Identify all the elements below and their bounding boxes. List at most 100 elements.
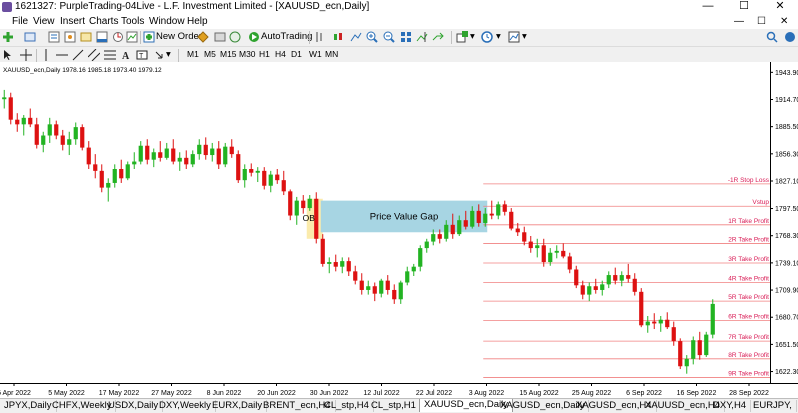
time-tick-label: 5 Apr 2022 — [0, 390, 31, 397]
horizontal-line-icon[interactable] — [56, 49, 68, 61]
tab-dxy-weekly[interactable]: DXY,Weekly — [155, 400, 216, 412]
market-icon[interactable] — [229, 31, 241, 43]
menu-charts[interactable]: Charts — [89, 16, 118, 27]
arrows-dropdown-icon[interactable]: ▾ — [166, 49, 171, 60]
data-window-icon[interactable] — [64, 31, 76, 43]
strategy-tester-icon[interactable] — [112, 31, 124, 43]
time-tick-label: 5 May 2022 — [48, 390, 85, 397]
candle-body — [216, 148, 221, 165]
candle-body — [593, 286, 598, 290]
candle-body — [392, 289, 397, 300]
menu-window[interactable]: Window — [149, 16, 185, 27]
price-value-gap-label: Price Value Gap — [370, 211, 438, 222]
timeframe-m5[interactable]: M5 — [204, 49, 216, 59]
candle-body — [509, 211, 514, 229]
vertical-line-icon[interactable] — [40, 49, 52, 61]
candle-body — [210, 148, 215, 156]
menu-file[interactable]: File — [12, 16, 28, 27]
candle-body — [535, 245, 540, 249]
chart-window-icon[interactable] — [126, 31, 138, 43]
text-label-icon[interactable]: T — [136, 49, 148, 61]
crosshair-icon[interactable] — [20, 49, 32, 61]
autotrading-button[interactable]: AutoTrading — [261, 31, 312, 42]
arrows-icon[interactable] — [153, 49, 165, 61]
candle-body — [678, 341, 683, 367]
periods-icon[interactable] — [481, 31, 493, 43]
candle-body — [528, 241, 533, 249]
menu-help[interactable]: Help — [187, 16, 208, 27]
text-tool-icon[interactable]: A — [120, 49, 132, 61]
candlesticks-icon[interactable] — [332, 31, 344, 43]
order-block-label: OB — [303, 213, 316, 223]
symbol-info: XAUUSD_ecn,Daily 1978.16 1985.18 1973.40… — [3, 67, 162, 74]
indicators-icon[interactable] — [456, 31, 468, 43]
candle-body — [132, 161, 137, 165]
templates-icon[interactable] — [508, 31, 520, 43]
close-button[interactable]: ✕ — [762, 0, 798, 14]
r-level-label: 9R Take Profit — [728, 370, 769, 377]
timeframe-mn[interactable]: MN — [325, 49, 338, 59]
menu-tools[interactable]: Tools — [121, 16, 144, 27]
tile-windows-icon[interactable] — [400, 31, 412, 43]
doc-restore-button[interactable]: ☐ — [757, 16, 766, 27]
zoom-out-icon[interactable] — [383, 31, 395, 43]
profiles-icon[interactable] — [24, 31, 36, 43]
terminal-icon[interactable] — [96, 31, 108, 43]
doc-minimize-button[interactable]: — — [734, 16, 744, 27]
price-tick-label: 1885.50 — [775, 124, 798, 131]
timeframe-m30[interactable]: M30 — [239, 49, 256, 59]
candle-body — [658, 319, 663, 324]
doc-close-button[interactable]: ✕ — [780, 16, 788, 27]
price-chart[interactable]: XAUUSD_ecn,Daily 1978.16 1985.18 1973.40… — [0, 62, 798, 398]
metaeditor-icon[interactable] — [197, 31, 209, 43]
menu-view[interactable]: View — [33, 16, 55, 27]
candle-body — [457, 220, 462, 235]
periods-dropdown-icon[interactable]: ▾ — [496, 31, 501, 42]
price-tick-label: 1914.70 — [775, 97, 798, 104]
line-chart-icon[interactable] — [350, 31, 362, 43]
tab-cl-stp-h4[interactable]: CL_stp,H4 — [320, 400, 374, 412]
minimize-button[interactable]: — — [690, 0, 726, 14]
toolbar-separator — [309, 31, 310, 44]
new-chart-icon[interactable] — [2, 31, 14, 43]
signals-icon[interactable] — [214, 31, 226, 43]
fibonacci-icon[interactable] — [104, 49, 116, 61]
zoom-in-icon[interactable] — [366, 31, 378, 43]
chart-shift-icon[interactable] — [416, 31, 428, 43]
cursor-icon[interactable] — [2, 49, 14, 61]
timeframe-m1[interactable]: M1 — [187, 49, 199, 59]
candle-body — [164, 148, 169, 158]
time-tick-label: 12 Jul 2022 — [363, 390, 399, 397]
candle-body — [21, 117, 26, 125]
chart-canvas[interactable]: XAUUSD_ecn,Daily 1978.16 1985.18 1973.40… — [0, 62, 798, 398]
candle-body — [54, 124, 59, 136]
community-icon[interactable] — [784, 31, 796, 43]
timeframe-d1[interactable]: D1 — [291, 49, 302, 59]
menu-insert[interactable]: Insert — [60, 16, 85, 27]
timeframe-m15[interactable]: M15 — [220, 49, 237, 59]
templates-dropdown-icon[interactable]: ▾ — [522, 31, 527, 42]
candle-body — [489, 213, 494, 216]
candle-body — [67, 139, 72, 145]
indicators-dropdown-icon[interactable]: ▾ — [470, 31, 475, 42]
candle-body — [158, 152, 163, 158]
timeframe-w1[interactable]: W1 — [309, 49, 322, 59]
price-tick-label: 1768.30 — [775, 233, 798, 240]
bar-chart-icon[interactable] — [313, 31, 325, 43]
candle-body — [502, 204, 507, 212]
candle-body — [652, 321, 657, 324]
search-icon[interactable] — [766, 31, 778, 43]
maximize-button[interactable]: ☐ — [726, 0, 762, 14]
new-order-button[interactable]: New Order — [156, 31, 202, 42]
trendline-icon[interactable] — [72, 49, 84, 61]
autoscroll-icon[interactable] — [432, 31, 444, 43]
candle-body — [691, 340, 696, 359]
navigator-icon[interactable] — [80, 31, 92, 43]
timeframe-h1[interactable]: H1 — [259, 49, 270, 59]
tab-eurjpy[interactable]: EURJPY, — [749, 400, 797, 412]
market-watch-icon[interactable] — [48, 31, 60, 43]
equidistant-channel-icon[interactable] — [88, 49, 100, 61]
tab-cl-stp-h1[interactable]: CL_stp,H1 — [367, 400, 421, 412]
tab-dxy-h4[interactable]: DXY,H4 — [709, 400, 752, 412]
timeframe-h4[interactable]: H4 — [275, 49, 286, 59]
